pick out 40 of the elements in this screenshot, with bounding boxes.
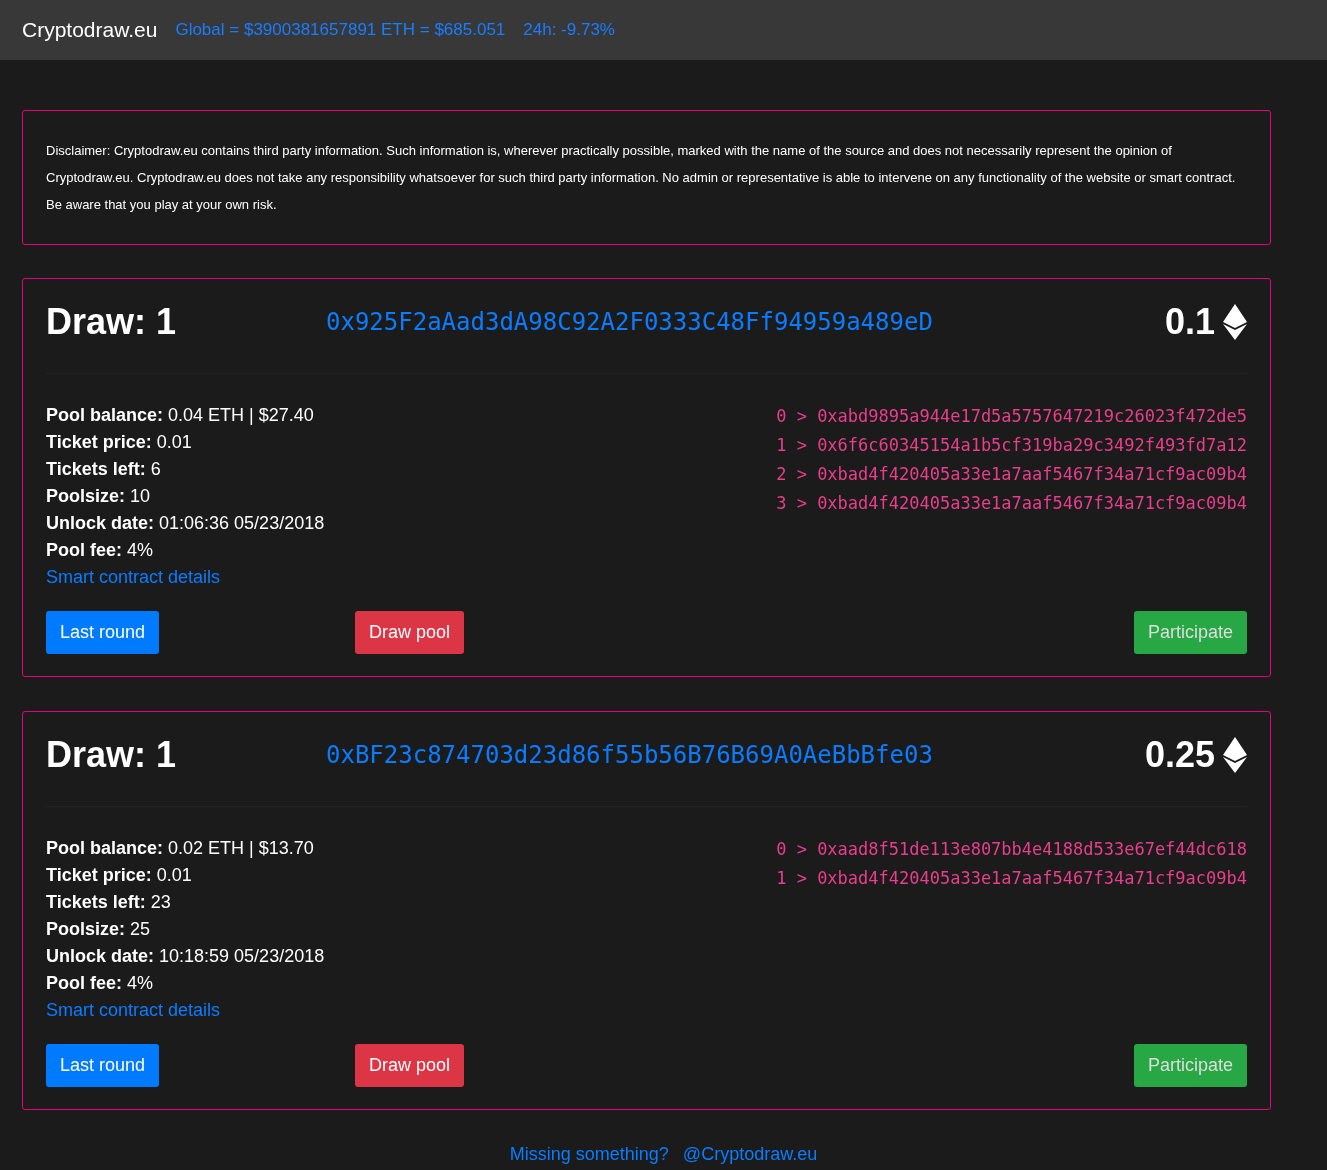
action-button[interactable]: Draw pool	[355, 1044, 465, 1087]
pool-stat: Tickets left: 23	[46, 891, 172, 914]
footer-link[interactable]: Missing something?	[509, 1144, 669, 1165]
contract-address[interactable]: 0x925F2aAad3dA98C92A2F0333C48Ff94959a489eD	[326, 308, 1165, 336]
pool-stat: Unlock date: 10:18:59 05/23/2018	[46, 945, 325, 968]
pool-stat: Pool fee: 4%	[46, 539, 155, 562]
ticket-entry: 3 > 0xbad4f420405a33e1a7aaf5467f34a71cf9ac09b4	[776, 492, 1247, 515]
ticket-entry: 0 > 0xabd9895a944e17d5a5757647219c26023f472de5	[776, 405, 1247, 428]
pool-stat: Unlock date: 01:06:36 05/23/2018	[46, 512, 325, 535]
action-button[interactable]: Participate	[1133, 1044, 1247, 1087]
contract-address[interactable]: 0xBF23c874703d23d86f55b56B76B69A0AeBbBfe03	[326, 741, 1145, 769]
change-24h-text: 24h: -9.73%	[523, 20, 615, 40]
ticket-entry: 1 > 0x6f6c60345154a1b5cf319ba29c3492f493fd7a12	[776, 434, 1247, 457]
global-price-text: Global = $3900381657891 ETH = $685.051	[175, 20, 506, 40]
ticket-entry: 2 > 0xbad4f420405a33e1a7aaf5467f34a71cf9ac09b4	[776, 463, 1247, 486]
pool-stat: Pool balance: 0.04 ETH | $27.40	[46, 404, 315, 427]
ticket-entry: 0 > 0xaad8f51de113e807bb4e4188d533e67ef44dc618	[776, 838, 1247, 861]
pool-stat: Pool fee: 4%	[46, 972, 155, 995]
pool-stat: Poolsize: 25	[46, 918, 152, 941]
action-button[interactable]: Participate	[1133, 611, 1247, 654]
pool-stat: Ticket price: 0.01	[46, 431, 193, 454]
ethereum-icon	[1223, 737, 1247, 773]
pool-stat: Ticket price: 0.01	[46, 864, 193, 887]
pool-stat: Tickets left: 6	[46, 458, 162, 481]
handle-link[interactable]: @Cryptodraw.eu	[682, 1144, 818, 1165]
action-button[interactable]: Last round	[46, 611, 160, 654]
pool-price: 0.25	[1144, 734, 1215, 776]
draw-title: Draw: 1	[46, 734, 178, 776]
pool-stat: Pool balance: 0.02 ETH | $13.70	[46, 837, 315, 860]
brand-link[interactable]: Cryptodraw.eu	[22, 18, 158, 42]
smart-contract-link[interactable]: Smart contract details	[46, 997, 325, 1024]
smart-contract-link[interactable]: Smart contract details	[46, 564, 325, 591]
ticket-entry: 1 > 0xbad4f420405a33e1a7aaf5467f34a71cf9ac09b4	[776, 867, 1247, 890]
draw-title: Draw: 1	[46, 301, 178, 343]
ethereum-icon	[1223, 304, 1247, 340]
action-button[interactable]: Last round	[46, 1044, 160, 1087]
disclaimer-text: Disclaimer: Cryptodraw.eu contains third party information. Such information is, wherever practically possible, marked with the name of the source and does not necessarily represent the opinion of Cryptodraw.eu. Cryptodraw.eu does not take any responsibility whatsoever for such third party information. No admin or representative is able to intervene on any functionality of the website or smart contract. Be aware that you play at your own risk.	[46, 142, 1237, 214]
pool-price: 0.1	[1164, 301, 1215, 343]
action-button[interactable]: Draw pool	[355, 611, 465, 654]
pool-stat: Poolsize: 10	[46, 485, 152, 508]
